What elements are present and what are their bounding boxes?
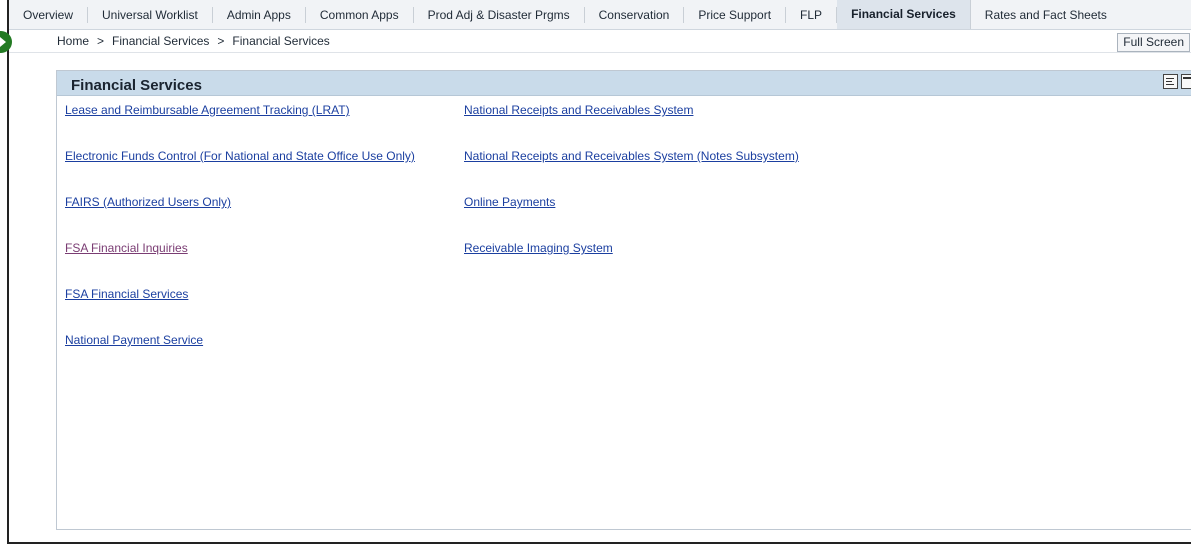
link-receivable-imaging-system[interactable]: Receivable Imaging System (464, 241, 799, 287)
breadcrumb-financial-services[interactable]: Financial Services (112, 34, 209, 48)
breadcrumb-separator: > (217, 34, 225, 48)
breadcrumb-home[interactable]: Home (57, 34, 89, 48)
links-column-right: National Receipts and Receivables System… (464, 103, 799, 287)
tab-admin-apps[interactable]: Admin Apps (213, 6, 306, 23)
portal-frame: Overview Universal Worklist Admin Apps C… (7, 0, 1191, 544)
tab-prod-adj-disaster-prgms[interactable]: Prod Adj & Disaster Prgms (414, 6, 585, 23)
financial-services-portlet: Financial Services Lease and Reimbursabl… (56, 70, 1191, 530)
link-national-receipts-receivables-notes[interactable]: National Receipts and Receivables System… (464, 149, 799, 195)
full-screen-button[interactable]: Full Screen (1117, 33, 1190, 52)
link-lrat[interactable]: Lease and Reimbursable Agreement Trackin… (65, 103, 415, 149)
expand-arrow-icon (0, 37, 6, 47)
links-column-left: Lease and Reimbursable Agreement Trackin… (65, 103, 415, 379)
link-electronic-funds-control[interactable]: Electronic Funds Control (For National a… (65, 149, 415, 195)
tab-conservation[interactable]: Conservation (585, 6, 685, 23)
portlet-options-icon[interactable] (1163, 74, 1178, 89)
breadcrumb: Home > Financial Services > Financial Servic… (57, 34, 330, 48)
link-fsa-financial-services[interactable]: FSA Financial Services (65, 287, 415, 333)
link-online-payments[interactable]: Online Payments (464, 195, 799, 241)
link-fsa-financial-inquiries[interactable]: FSA Financial Inquiries (65, 241, 415, 287)
tab-rates-and-fact-sheets[interactable]: Rates and Fact Sheets (971, 7, 1121, 23)
link-national-payment-service[interactable]: National Payment Service (65, 333, 415, 379)
portlet-maximize-icon[interactable] (1181, 74, 1191, 89)
tab-flp[interactable]: FLP (786, 6, 838, 23)
breadcrumb-current-page: Financial Services (232, 34, 330, 48)
breadcrumb-bar: Home > Financial Services > Financial Servic… (9, 30, 1191, 53)
portlet-header: Financial Services (57, 71, 1191, 96)
tab-common-apps[interactable]: Common Apps (306, 6, 414, 23)
tab-overview[interactable]: Overview (9, 6, 89, 23)
portlet-title: Financial Services (71, 77, 202, 94)
tab-financial-services[interactable]: Financial Services (837, 0, 971, 29)
link-fairs[interactable]: FAIRS (Authorized Users Only) (65, 195, 415, 241)
top-level-navigation: Overview Universal Worklist Admin Apps C… (9, 0, 1191, 30)
breadcrumb-separator: > (97, 34, 105, 48)
tab-universal-worklist[interactable]: Universal Worklist (88, 6, 213, 23)
link-national-receipts-receivables[interactable]: National Receipts and Receivables System (464, 103, 799, 149)
tab-price-support[interactable]: Price Support (684, 6, 787, 23)
